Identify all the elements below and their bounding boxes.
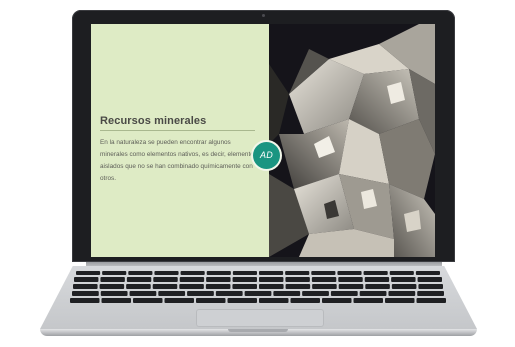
keyboard-key <box>74 277 99 282</box>
keyboard-key <box>158 291 186 296</box>
keyboard-key <box>196 298 226 303</box>
keyboard-key <box>312 284 337 289</box>
keyboard-key <box>164 298 194 303</box>
keyboard-key <box>388 291 416 296</box>
keyboard-key <box>126 284 151 289</box>
keyboard-key <box>365 284 390 289</box>
keyboard-key <box>126 277 152 282</box>
keyboard-key <box>416 298 446 303</box>
laptop-notch <box>228 329 288 332</box>
keyboard-key <box>311 277 337 282</box>
webcam <box>262 14 265 17</box>
laptop-lid: Recursos minerales En la naturaleza se p… <box>72 10 455 262</box>
keyboard-key <box>205 284 231 289</box>
keyboard-key <box>232 271 257 275</box>
keyboard-key <box>153 277 178 282</box>
keyboard <box>70 271 446 304</box>
laptop-screen: Recursos minerales En la naturaleza se p… <box>91 24 435 257</box>
keyboard-key <box>76 271 101 275</box>
keyboard-key <box>417 291 444 296</box>
keyboard-key <box>101 298 131 303</box>
keyboard-key <box>302 291 329 296</box>
keyboard-key <box>290 298 320 303</box>
slide-title: Recursos minerales <box>100 115 207 127</box>
slide-body-text: En la naturaleza se pueden encontrar alg… <box>100 139 258 182</box>
keyboard-key <box>353 298 383 303</box>
keyboard-key <box>206 271 231 275</box>
keyboard-key <box>391 284 417 289</box>
laptop-mockup: Recursos minerales En la naturaleza se p… <box>0 0 515 347</box>
keyboard-key <box>285 284 311 289</box>
keyboard-key <box>179 284 204 289</box>
keyboard-key <box>154 271 179 275</box>
keyboard-key <box>389 271 414 275</box>
keyboard-key <box>244 291 272 296</box>
keyboard-key <box>152 284 178 289</box>
mineral-photo <box>269 24 435 257</box>
keyboard-key <box>285 277 310 282</box>
keyboard-key <box>311 271 336 275</box>
keyboard-key <box>232 277 257 282</box>
keyboard-key <box>259 298 289 303</box>
keyboard-key <box>338 277 363 282</box>
keyboard-key <box>187 291 214 296</box>
keyboard-key <box>180 271 205 275</box>
keyboard-key <box>129 291 157 296</box>
keyboard-key <box>338 284 364 289</box>
keyboard-key <box>179 277 205 282</box>
keyboard-key <box>385 298 415 303</box>
keyboard-key <box>72 291 99 296</box>
keyboard-key <box>100 277 125 282</box>
keyboard-key <box>100 291 128 296</box>
keyboard-key <box>215 291 243 296</box>
keyboard-key <box>364 277 390 282</box>
keyboard-key <box>73 284 98 289</box>
keyboard-key <box>133 298 163 303</box>
badge-ad: AD <box>253 142 280 169</box>
text-panel: Recursos minerales En la naturaleza se p… <box>91 24 269 257</box>
mineral-crystals-image <box>269 24 435 257</box>
keyboard-key <box>330 291 358 296</box>
keyboard-key <box>99 284 125 289</box>
keyboard-key <box>359 291 387 296</box>
title-divider <box>100 130 255 131</box>
keyboard-key <box>415 271 440 275</box>
keyboard-key <box>285 271 310 275</box>
keyboard-key <box>391 277 416 282</box>
keyboard-key <box>418 284 443 289</box>
keyboard-key <box>227 298 257 303</box>
trackpad <box>196 309 324 327</box>
keyboard-key <box>363 271 388 275</box>
keyboard-keys <box>70 271 446 303</box>
keyboard-key <box>128 271 153 275</box>
keyboard-key <box>337 271 362 275</box>
keyboard-key <box>417 277 442 282</box>
keyboard-key <box>273 291 301 296</box>
keyboard-key <box>259 271 284 275</box>
keyboard-key <box>259 277 284 282</box>
keyboard-key <box>232 284 257 289</box>
keyboard-key <box>102 271 127 275</box>
keyboard-key <box>259 284 284 289</box>
keyboard-key <box>322 298 352 303</box>
keyboard-key <box>206 277 231 282</box>
keyboard-key <box>70 298 100 303</box>
